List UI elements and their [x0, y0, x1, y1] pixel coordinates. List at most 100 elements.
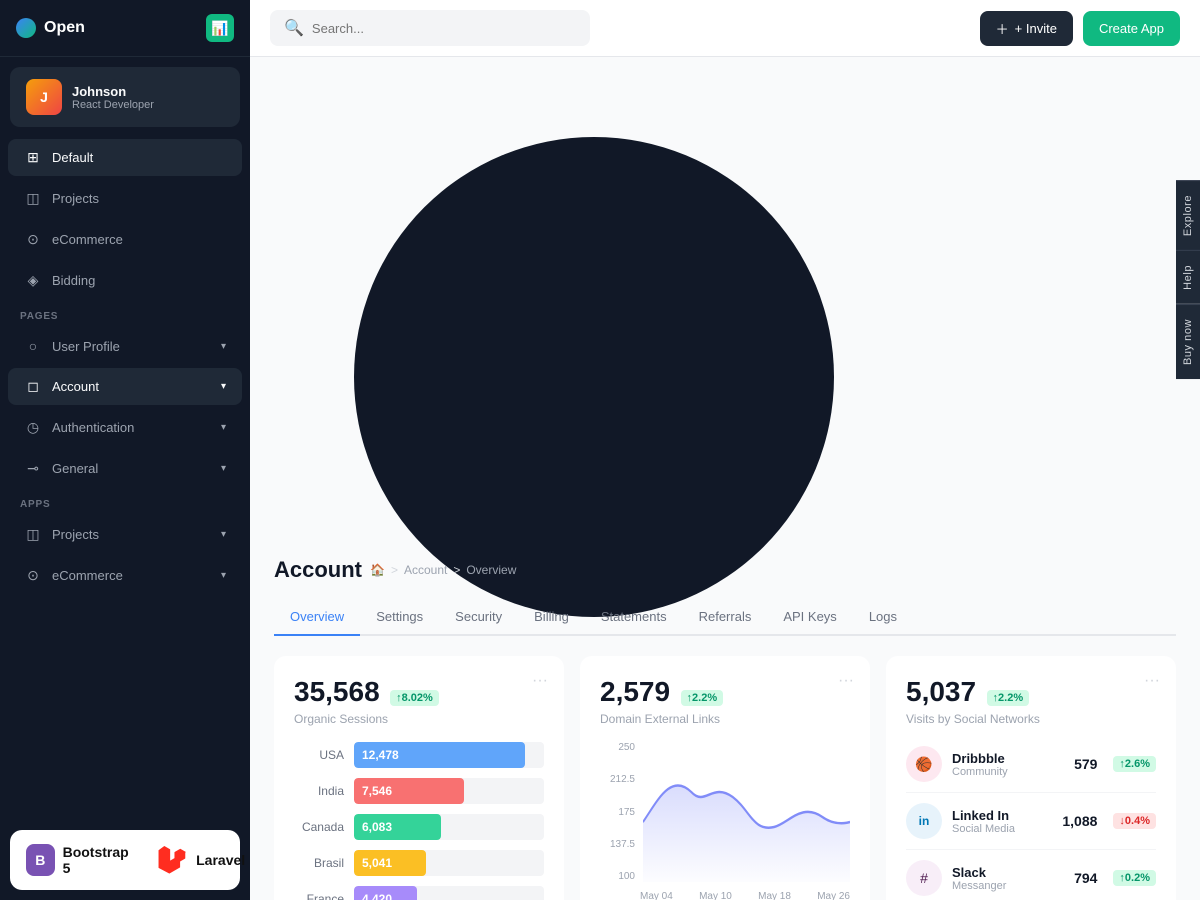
tab-overview[interactable]: Overview: [274, 599, 360, 636]
slack-logo: #: [906, 860, 942, 896]
chevron-down-icon: ▾: [221, 570, 226, 581]
laravel-icon: [156, 844, 188, 876]
metric-label: Domain External Links: [600, 712, 850, 726]
laravel-label: Laravel: [196, 852, 245, 868]
sidebar-item-label: Default: [52, 150, 93, 165]
apps-section-label: APPS: [0, 489, 250, 514]
bar-track: 4,420: [354, 886, 544, 900]
dribbble-logo: 🏀: [906, 746, 942, 782]
user-info: Johnson React Developer: [72, 84, 154, 111]
bar-row-canada: Canada 6,083: [294, 814, 544, 840]
metric-more-icon[interactable]: ···: [1144, 672, 1160, 690]
floating-tab-explore[interactable]: Explore: [1176, 180, 1200, 250]
bootstrap-icon: B: [26, 844, 55, 876]
app-name: Open: [44, 19, 85, 37]
social-badge: ↑0.2%: [1113, 870, 1156, 886]
sidebar-item-label: User Profile: [52, 339, 120, 354]
sidebar-header: Open 📊: [0, 0, 250, 57]
sidebar-item-bidding[interactable]: ◈ Bidding: [8, 262, 242, 299]
linkedin-logo: in: [906, 803, 942, 839]
sidebar-chart-icon[interactable]: 📊: [206, 14, 234, 42]
general-icon: ⊸: [24, 460, 42, 477]
page-content: Account 🏠 > Account > Overview Overview …: [250, 57, 1200, 900]
floating-tab-help[interactable]: Help: [1176, 250, 1200, 304]
logo-icon: [16, 18, 36, 38]
chevron-down-icon: ▾: [221, 381, 226, 392]
bar-chart: USA 12,478 India 7,546 Canada: [294, 742, 544, 900]
metric-badge: ↑2.2%: [987, 690, 1030, 706]
sidebar-item-ecommerce[interactable]: ⊙ eCommerce: [8, 221, 242, 258]
tab-security[interactable]: Security: [439, 599, 518, 636]
social-list: 🏀 Dribbble Community 579 ↑2.6% in Linked…: [906, 736, 1156, 900]
tab-statements[interactable]: Statements: [585, 599, 683, 636]
breadcrumb-overview: Overview: [466, 563, 516, 577]
user-icon: ○: [24, 338, 42, 354]
tab-logs[interactable]: Logs: [853, 599, 913, 636]
sidebar-item-apps-projects[interactable]: ◫ Projects ▾: [8, 516, 242, 553]
page-header: Account 🏠 > Account > Overview: [274, 557, 1176, 583]
y-axis-labels: 250 212.5 175 137.5 100: [600, 742, 635, 882]
breadcrumb-account: Account: [404, 563, 447, 577]
tab-referrals[interactable]: Referrals: [683, 599, 768, 636]
bar-track: 5,041: [354, 850, 544, 876]
floating-sidebar: Explore Help Buy now: [1176, 180, 1200, 379]
social-sub: Social Media: [952, 823, 1015, 835]
plus-icon: ＋: [996, 19, 1009, 38]
metric-label: Organic Sessions: [294, 712, 544, 726]
social-value: 579: [1074, 756, 1097, 772]
account-icon: ◻: [24, 378, 42, 395]
bar-fill: 12,478: [354, 742, 525, 768]
x-label: May 26: [817, 891, 850, 900]
sidebar-item-label: Bidding: [52, 273, 95, 288]
projects-icon: ◫: [24, 190, 42, 207]
tab-billing[interactable]: Billing: [518, 599, 585, 636]
y-label: 250: [600, 742, 635, 753]
social-sub: Community: [952, 766, 1008, 778]
sidebar-item-default[interactable]: ⊞ Default: [8, 139, 242, 176]
bar-fill: 5,041: [354, 850, 426, 876]
social-info: Linked In Social Media: [952, 808, 1015, 835]
sidebar-item-account[interactable]: ◻ Account ▾: [8, 368, 242, 405]
tab-api-keys[interactable]: API Keys: [767, 599, 852, 636]
metric-card-links: 2,579 ↑2.2% ··· Domain External Links 25…: [580, 656, 870, 900]
social-item-linkedin: in Linked In Social Media 1,088 ↓0.4%: [906, 793, 1156, 850]
social-value: 794: [1074, 870, 1097, 886]
avatar: J: [26, 79, 62, 115]
bar-row-france: France 4,420: [294, 886, 544, 900]
social-info: Dribbble Community: [952, 751, 1008, 778]
sidebar-item-user-profile[interactable]: ○ User Profile ▾: [8, 328, 242, 364]
ecommerce-icon: ⊙: [24, 567, 42, 584]
x-axis-labels: May 04 May 10 May 18 May 26: [600, 891, 850, 900]
sidebar-item-authentication[interactable]: ◷ Authentication ▾: [8, 409, 242, 446]
sidebar-item-general[interactable]: ⊸ General ▾: [8, 450, 242, 487]
tab-settings[interactable]: Settings: [360, 599, 439, 636]
laravel-promo: Laravel: [156, 844, 245, 876]
sidebar-item-projects[interactable]: ◫ Projects: [8, 180, 242, 217]
metric-badge: ↑2.2%: [681, 690, 724, 706]
grid-icon: ⊞: [24, 149, 42, 166]
bar-track: 12,478: [354, 742, 544, 768]
sidebar-item-apps-ecommerce[interactable]: ⊙ eCommerce ▾: [8, 557, 242, 594]
bar-label: Canada: [294, 820, 344, 834]
metrics-grid: 35,568 ↑8.02% ··· Organic Sessions USA 1…: [274, 656, 1176, 900]
y-label: 100: [600, 871, 635, 882]
metric-card-social: 5,037 ↑2.2% ··· Visits by Social Network…: [886, 656, 1176, 900]
home-icon: 🏠: [370, 563, 385, 577]
sidebar-logo: Open: [16, 18, 85, 38]
metric-more-icon[interactable]: ···: [532, 672, 548, 690]
metric-value: 2,579: [600, 676, 670, 707]
social-info: Slack Messanger: [952, 865, 1006, 892]
user-card[interactable]: J Johnson React Developer: [10, 67, 240, 127]
ecommerce-icon: ⊙: [24, 231, 42, 248]
sidebar-item-label: eCommerce: [52, 568, 123, 583]
chevron-down-icon: ▾: [221, 463, 226, 474]
metric-more-icon[interactable]: ···: [838, 672, 854, 690]
floating-tab-buynow[interactable]: Buy now: [1176, 304, 1200, 379]
sidebar: Open 📊 J Johnson React Developer ⊞ Defau…: [0, 0, 250, 900]
search-input[interactable]: [312, 21, 576, 36]
metric-value: 35,568: [294, 676, 380, 707]
create-app-button[interactable]: Create App: [1083, 11, 1180, 46]
invite-button[interactable]: ＋ + Invite: [980, 11, 1073, 46]
search-box[interactable]: 🔍: [270, 10, 590, 46]
social-name: Linked In: [952, 808, 1015, 823]
